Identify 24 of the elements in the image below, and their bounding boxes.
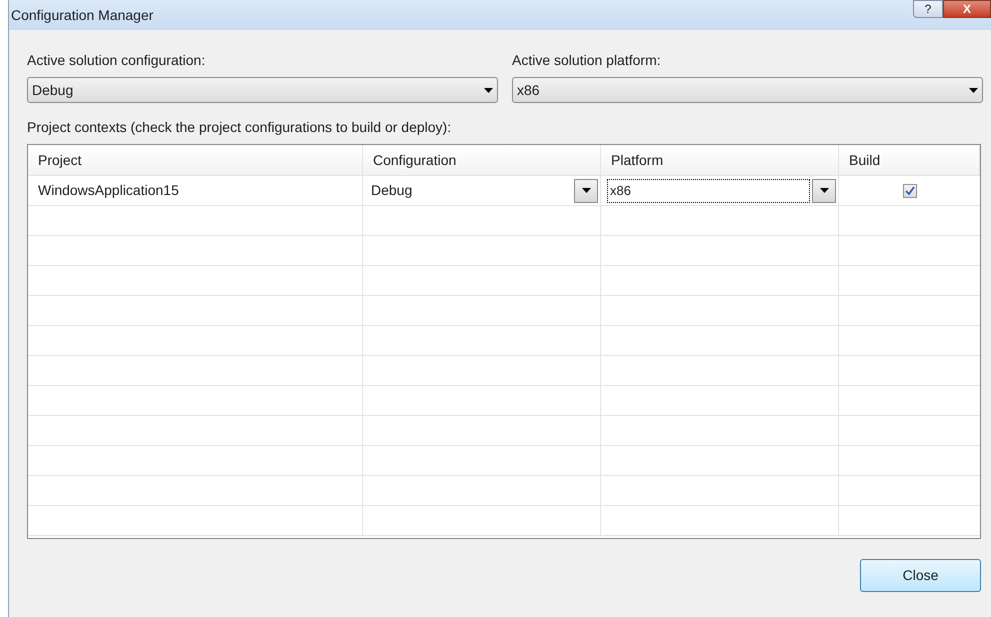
dropdown-arrow-icon <box>484 88 493 92</box>
dropdown-button[interactable] <box>574 178 598 202</box>
field-label: Active solution configuration: <box>27 51 206 70</box>
dropdown-arrow-icon <box>582 188 590 193</box>
grid-label: Project contexts (check the project configurations to build or deploy): <box>27 118 452 137</box>
column-header[interactable]: Build <box>839 145 980 176</box>
dropdown-arrow-icon <box>820 188 828 193</box>
close-button[interactable]: X <box>943 0 991 18</box>
platform-dropdown[interactable]: x86 <box>512 77 983 103</box>
build-checkbox[interactable] <box>902 184 916 198</box>
column-header[interactable]: Platform <box>601 145 839 176</box>
check-icon <box>904 186 914 195</box>
platform-cell[interactable]: x86 <box>607 178 810 202</box>
help-button[interactable]: ? <box>913 0 943 18</box>
field-label: Active solution platform: <box>512 51 662 70</box>
table-cell: WindowsApplication15 <box>28 176 363 206</box>
configuration-cell[interactable]: Debug <box>369 180 572 201</box>
dropdown-arrow-icon <box>969 88 978 92</box>
column-header[interactable]: Project <box>28 145 363 176</box>
close-button[interactable]: Close <box>860 559 981 592</box>
configuration-dropdown[interactable]: Debug <box>27 77 498 103</box>
column-header[interactable]: Configuration <box>363 145 601 176</box>
window-title: Configuration Manager <box>10 6 154 25</box>
dropdown-button[interactable] <box>812 178 836 202</box>
